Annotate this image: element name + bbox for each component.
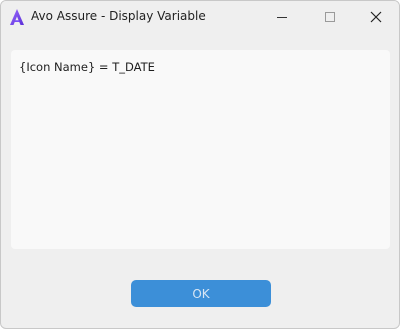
display-variable-window: Avo Assure - Display Variable {Icon Name… — [0, 0, 400, 329]
variable-display-panel: {Icon Name} = T_DATE — [11, 50, 390, 249]
window-title: Avo Assure - Display Variable — [31, 9, 206, 23]
avo-assure-logo-icon — [9, 8, 25, 26]
minimize-button[interactable] — [259, 1, 305, 33]
variable-value-text: {Icon Name} = T_DATE — [19, 60, 155, 74]
maximize-icon — [325, 12, 335, 22]
minimize-icon — [277, 16, 287, 18]
close-icon — [370, 8, 382, 27]
close-button[interactable] — [353, 1, 399, 33]
title-bar[interactable]: Avo Assure - Display Variable — [1, 1, 399, 33]
ok-button[interactable]: OK — [131, 280, 271, 307]
maximize-button[interactable] — [307, 1, 353, 33]
